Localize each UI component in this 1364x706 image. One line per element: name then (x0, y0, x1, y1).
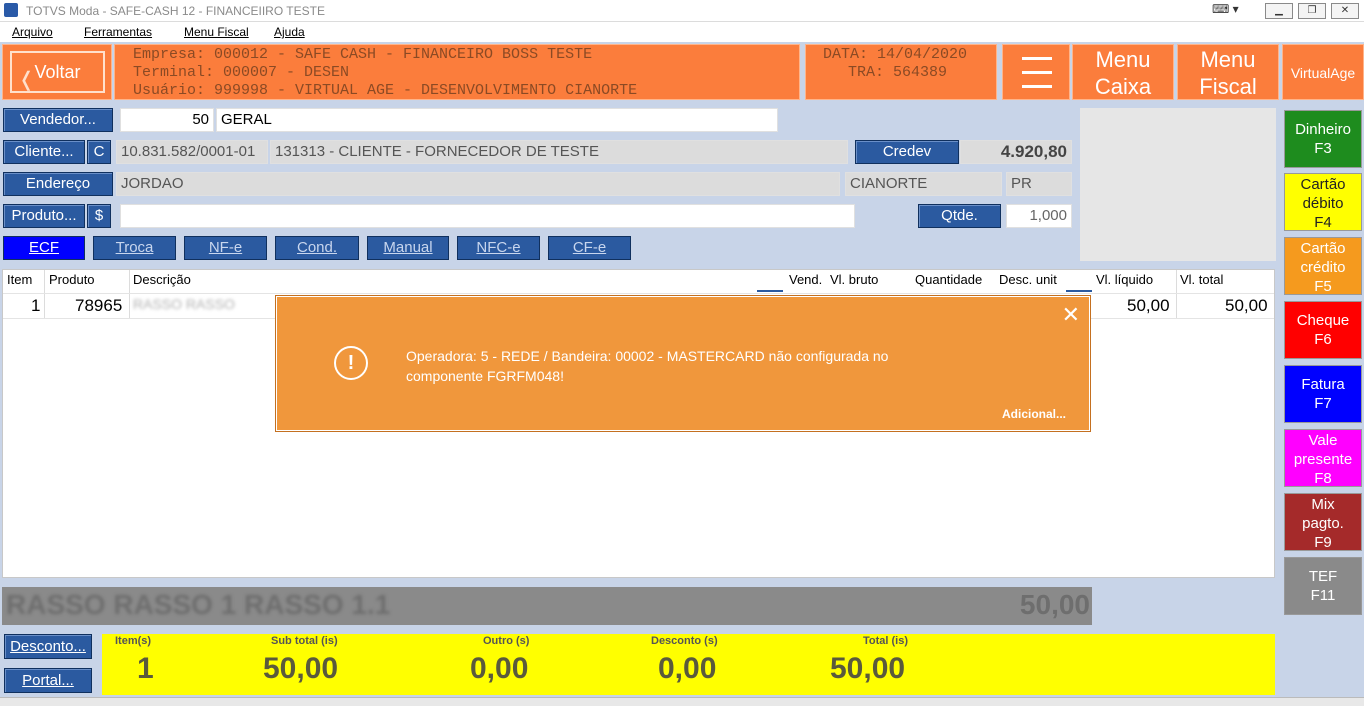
total-label: Total (is) (863, 635, 909, 647)
window-title: TOTVS Moda - SAFE-CASH 12 - FINANCEIIRO … (26, 4, 325, 18)
col-descricao[interactable]: Descrição (133, 272, 191, 287)
col-item[interactable]: Item (7, 272, 32, 287)
payment-cheque-button[interactable]: Cheque F6 (1284, 301, 1362, 359)
items-count: 1 (137, 652, 154, 685)
banner-text: RASSO RASSO 1 RASSO 1.1 (6, 589, 391, 620)
empresa-text: Empresa: 000012 - SAFE CASH - FINANCEIRO… (133, 46, 593, 63)
tab-troca[interactable]: Troca (93, 236, 176, 260)
payment-mix-button[interactable]: Mix pagto. F9 (1284, 493, 1362, 551)
tra-text: TRA: 564389 (848, 64, 948, 81)
credev-value: 4.920,80 (960, 140, 1072, 164)
usuario-text: Usuário: 999998 - VIRTUAL AGE - DESENVOL… (133, 82, 638, 99)
uf-field: PR (1006, 172, 1072, 196)
payment-vale-presente-button[interactable]: Vale presente F8 (1284, 429, 1362, 487)
vendedor-name-field[interactable]: GERAL (216, 108, 778, 132)
endereco-field: JORDAO (116, 172, 840, 196)
minimize-icon[interactable]: ▁ (1265, 3, 1293, 19)
app-icon (4, 3, 18, 17)
menu-arquivo[interactable]: Arquivo (12, 25, 53, 39)
status-bar (0, 697, 1364, 706)
qtde-button[interactable]: Qtde. (918, 204, 1001, 228)
session-info-panel: Empresa: 000012 - SAFE CASH - FINANCEIRO… (114, 44, 800, 100)
tab-cond[interactable]: Cond. (275, 236, 359, 260)
items-label: Item(s) (115, 635, 152, 647)
col-vend[interactable]: Vend. (789, 272, 822, 287)
menu-caixa-button[interactable]: Menu Caixa (1072, 44, 1174, 100)
tab-manual[interactable]: Manual (367, 236, 449, 260)
totals-panel: Item(s) 1 Sub total (is) 50,00 Outro (s)… (102, 634, 1275, 695)
outro-label: Outro (s) (483, 635, 530, 647)
virtualage-button[interactable]: VirtualAge (1282, 44, 1364, 100)
warning-icon: ! (334, 346, 368, 380)
back-button[interactable]: ❬ Voltar (10, 51, 105, 93)
row-item: 1 (31, 296, 41, 315)
desconto-value: 0,00 (658, 652, 717, 685)
total-value: 50,00 (830, 652, 906, 685)
endereco-button[interactable]: Endereço (3, 172, 113, 196)
col-marker (757, 290, 783, 292)
error-message: Operadora: 5 - REDE / Bandeira: 00002 - … (406, 348, 889, 384)
tab-cfe[interactable]: CF-e (548, 236, 631, 260)
payment-cartao-debito-button[interactable]: Cartão débito F4 (1284, 173, 1362, 231)
col-vl-bruto[interactable]: Vl. bruto (830, 272, 878, 287)
tab-ecf[interactable]: ECF (3, 236, 85, 260)
col-vl-total[interactable]: Vl. total (1180, 272, 1223, 287)
banner-value: 50,00 (1019, 589, 1090, 620)
produto-button[interactable]: Produto... (3, 204, 85, 228)
payment-fatura-button[interactable]: Fatura F7 (1284, 365, 1362, 423)
date-panel: DATA: 14/04/2020 TRA: 564389 (805, 44, 997, 100)
col-produto[interactable]: Produto (49, 272, 95, 287)
produto-price-button[interactable]: $ (87, 204, 111, 228)
row-vl-total: 50,00 (1225, 296, 1268, 315)
info-box (1080, 108, 1276, 261)
cliente-name-field: 131313 - CLIENTE - FORNECEDOR DE TESTE (270, 140, 848, 164)
produto-input[interactable] (120, 204, 855, 228)
error-dialog: ✕ ! Operadora: 5 - REDE / Bandeira: 0000… (275, 295, 1091, 432)
product-banner: RASSO RASSO 1 RASSO 1.1 50,00 (2, 587, 1092, 625)
terminal-text: Terminal: 000007 - DESEN (133, 64, 350, 81)
vendedor-code-field[interactable]: 50 (120, 108, 214, 132)
vendedor-button[interactable]: Vendedor... (3, 108, 113, 132)
col-quantidade[interactable]: Quantidade (915, 272, 982, 287)
menu-ferramentas[interactable]: Ferramentas (84, 25, 152, 39)
tab-nfe[interactable]: NF-e (184, 236, 267, 260)
col-vl-liquido[interactable]: Vl. líquido (1096, 272, 1153, 287)
cliente-doc-field: 10.831.582/0001-01 (116, 140, 268, 164)
qtde-input[interactable]: 1,000 (1006, 204, 1072, 228)
date-text: DATA: 14/04/2020 (823, 46, 968, 63)
row-vl-liquido: 50,00 (1127, 296, 1170, 315)
menu-ajuda[interactable]: Ajuda (274, 25, 305, 39)
payment-tef-button[interactable]: TEF F11 (1284, 557, 1362, 615)
col-marker (1066, 290, 1092, 292)
additional-info-link[interactable]: Adicional... (1002, 407, 1066, 421)
cidade-field: CIANORTE (845, 172, 1002, 196)
restore-icon[interactable]: ❐ (1298, 3, 1326, 19)
desconto-label: Desconto (s) (651, 635, 718, 647)
hamburger-menu-icon[interactable] (1002, 44, 1070, 100)
row-descricao: RASSO RASSO (133, 296, 235, 312)
title-bar: TOTVS Moda - SAFE-CASH 12 - FINANCEIIRO … (0, 0, 1364, 22)
portal-button[interactable]: Portal... (4, 668, 92, 693)
col-desc-unit[interactable]: Desc. unit (999, 272, 1057, 287)
close-icon[interactable]: ✕ (1062, 302, 1080, 328)
subtotal-value: 50,00 (263, 652, 339, 685)
menu-fiscal[interactable]: Menu Fiscal (184, 25, 249, 39)
chevron-left-icon: ❬ (18, 69, 35, 91)
payment-dinheiro-button[interactable]: Dinheiro F3 (1284, 110, 1362, 168)
row-produto: 78965 (75, 296, 123, 315)
outro-value: 0,00 (470, 652, 529, 685)
cliente-type-button[interactable]: C (87, 140, 111, 164)
payment-cartao-credito-button[interactable]: Cartão crédito F5 (1284, 237, 1362, 295)
tab-nfce[interactable]: NFC-e (457, 236, 540, 260)
keyboard-icon[interactable]: ⌨ ▾ (1212, 2, 1252, 20)
menu-bar: Arquivo Ferramentas Menu Fiscal Ajuda (0, 22, 1364, 42)
close-window-icon[interactable]: ✕ (1331, 3, 1359, 19)
cliente-button[interactable]: Cliente... (3, 140, 85, 164)
credev-button[interactable]: Credev (855, 140, 959, 164)
subtotal-label: Sub total (is) (271, 635, 338, 647)
desconto-button[interactable]: Desconto... (4, 634, 92, 659)
menu-fiscal-button[interactable]: Menu Fiscal (1177, 44, 1279, 100)
